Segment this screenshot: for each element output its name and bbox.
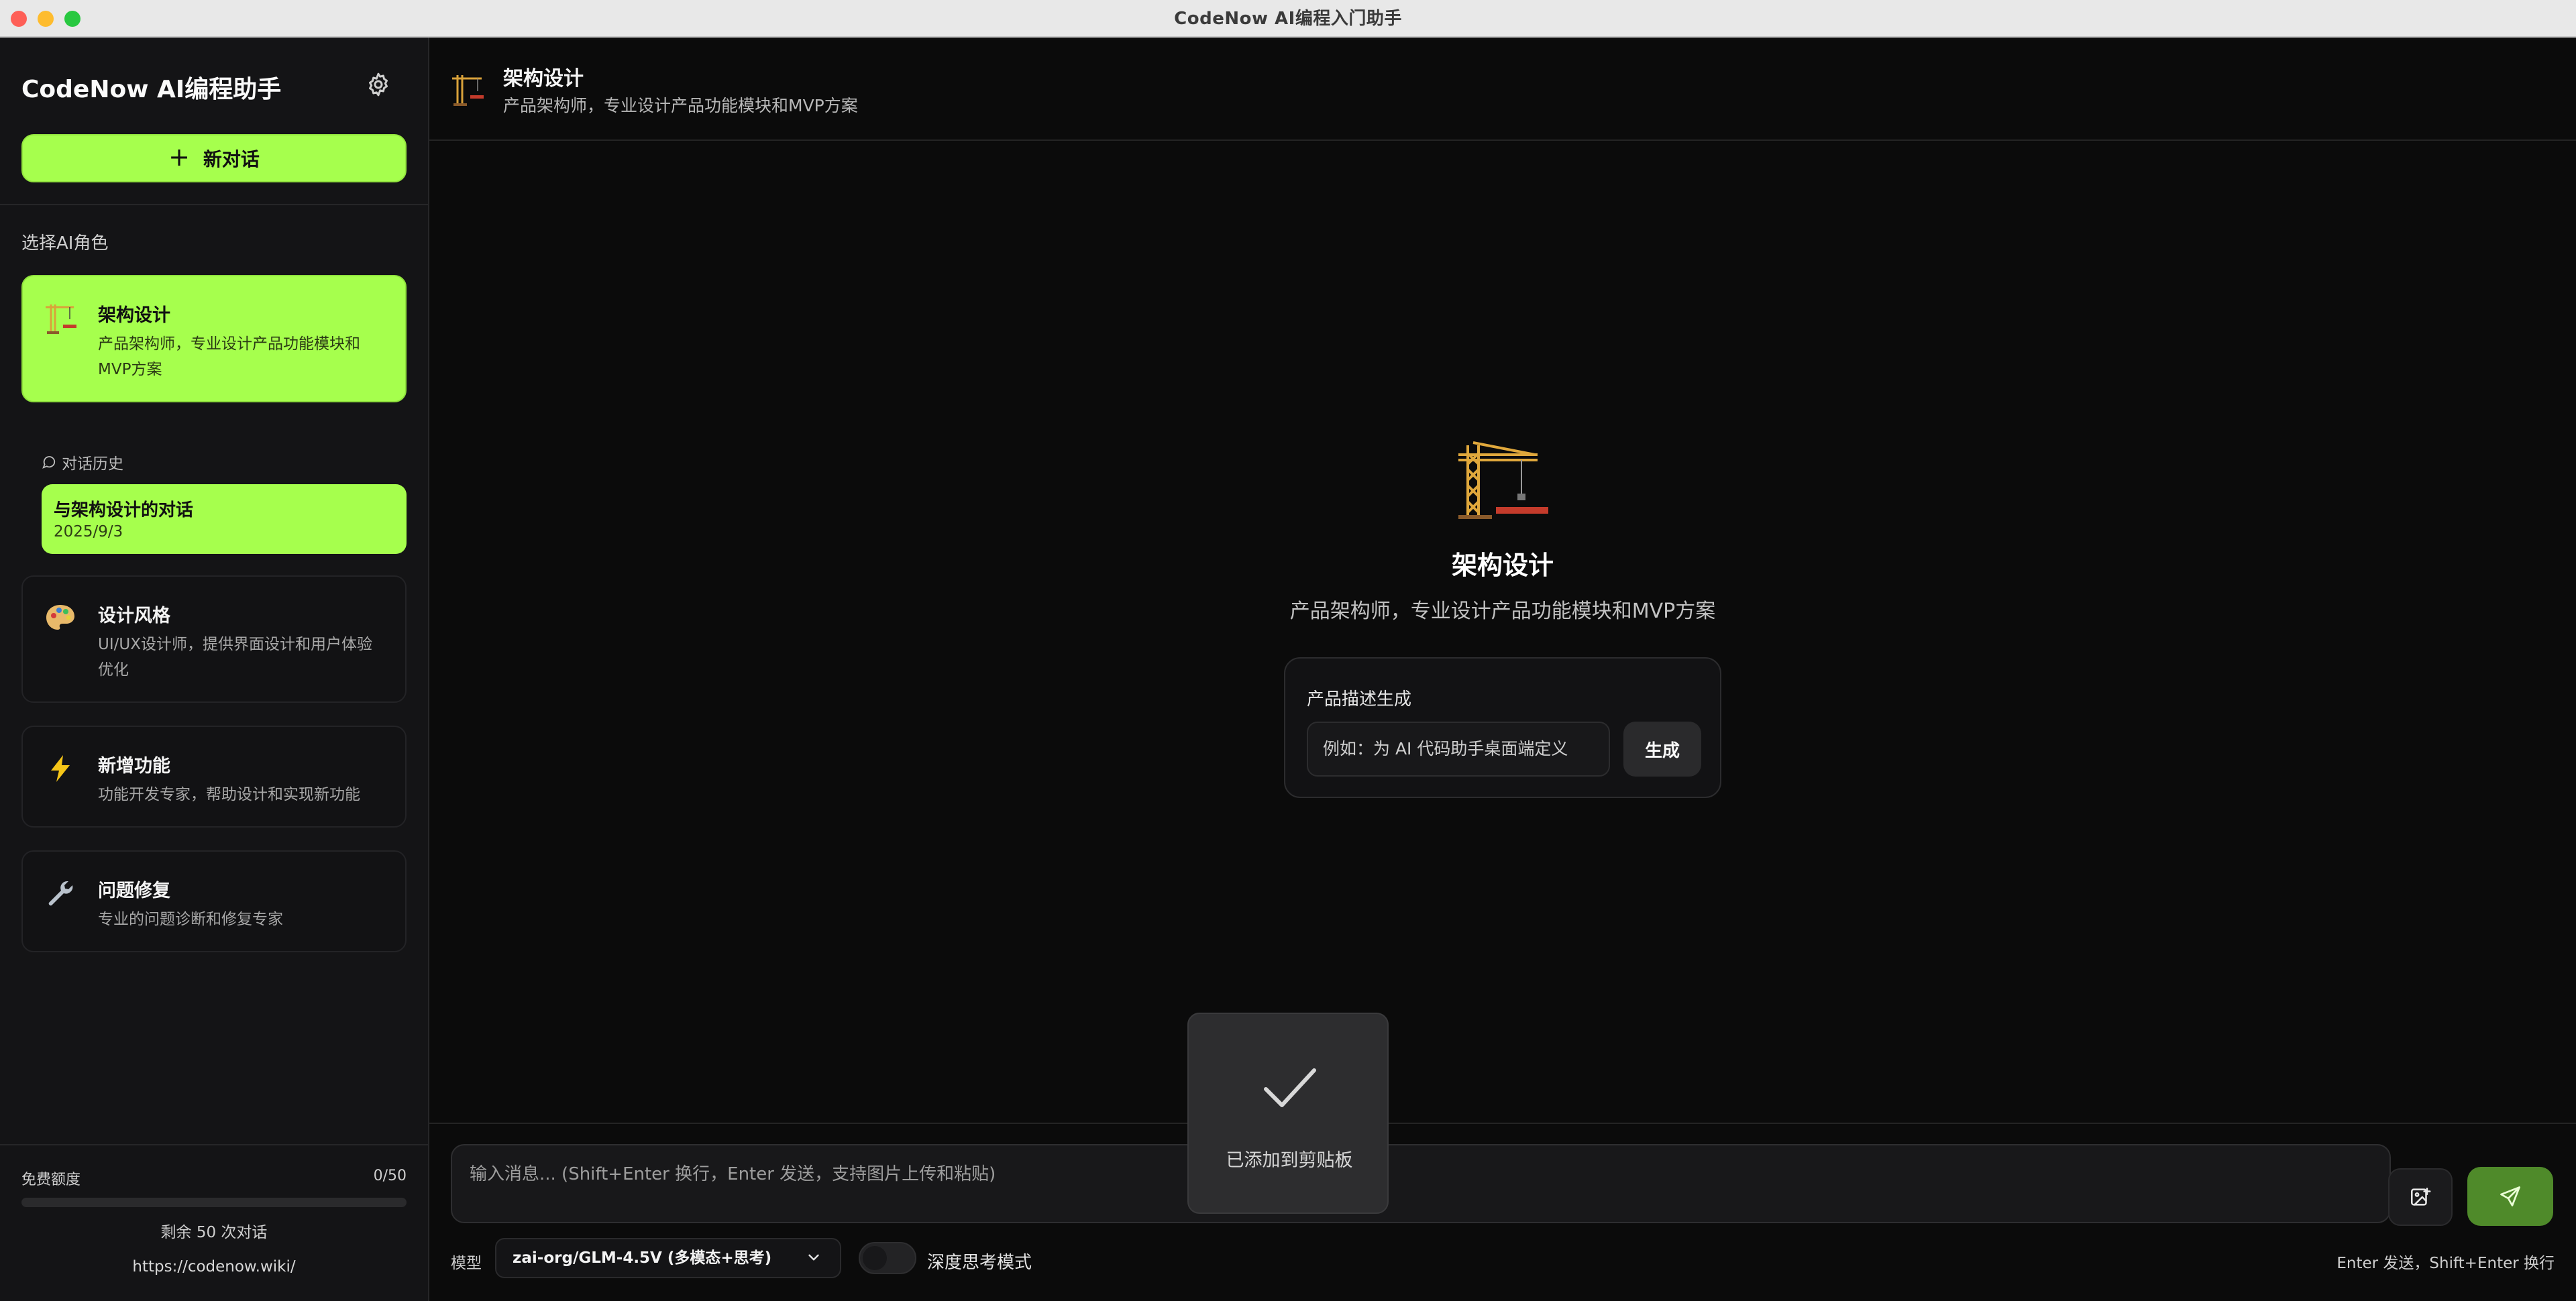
history-label: 对话历史 [42, 451, 123, 473]
generate-button[interactable]: 生成 [1623, 722, 1701, 777]
window-title: CodeNow AI编程入门助手 [1174, 9, 1402, 29]
quota-count: 0/50 [373, 1168, 407, 1184]
model-select[interactable]: zai-org/GLM-4.5V (多模态+思考) [495, 1238, 841, 1278]
generator-label: 产品描述生成 [1307, 689, 1412, 710]
toast-message: 已添加到剪贴板 [1226, 1150, 1353, 1171]
welcome-subtitle: 产品架构师，专业设计产品功能模块和MVP方案 [1289, 600, 1716, 623]
role-name: 设计风格 [98, 606, 170, 626]
chevron-down-icon [808, 1254, 819, 1261]
role-card-new-feature[interactable]: 新增功能 功能开发专家，帮助设计和实现新功能 [21, 726, 407, 828]
chat-main: 架构设计 产品架构师，专业设计产品功能模块和MVP方案 架构设计 产品架构师，专… [429, 38, 2576, 1301]
wrench-icon [42, 874, 79, 912]
product-description-input[interactable]: 例如：为 AI 代码助手桌面端定义 [1307, 722, 1610, 777]
image-upload-icon [2410, 1187, 2431, 1206]
new-chat-label: 新对话 [203, 148, 260, 170]
chat-bubble-icon [42, 456, 56, 469]
product-description-generator: 产品描述生成 例如：为 AI 代码助手桌面端定义 生成 [1284, 657, 1721, 798]
deep-think-label: 深度思考模式 [927, 1253, 1032, 1273]
divider [0, 1144, 428, 1145]
window-titlebar: CodeNow AI编程入门助手 [0, 0, 2576, 38]
crane-icon [452, 75, 484, 106]
role-description: 功能开发专家，帮助设计和实现新功能 [98, 786, 360, 803]
history-label-text: 对话历史 [62, 455, 123, 473]
quota-label: 免费额度 [21, 1172, 81, 1188]
role-card-architecture[interactable]: 架构设计 产品架构师，专业设计产品功能模块和MVP方案 [21, 275, 407, 402]
divider [429, 1123, 2576, 1124]
app-title: CodeNow AI编程助手 [21, 76, 282, 103]
toggle-knob [863, 1246, 887, 1270]
quota-progress-bar [21, 1198, 407, 1207]
welcome-title: 架构设计 [1451, 551, 1554, 580]
clipboard-toast: 已添加到剪贴板 [1187, 1013, 1389, 1214]
page-subtitle: 产品架构师，专业设计产品功能模块和MVP方案 [503, 96, 858, 115]
history-item-title: 与架构设计的对话 [54, 500, 194, 520]
lightning-icon [42, 750, 79, 787]
role-name: 问题修复 [98, 881, 170, 901]
message-input-placeholder: 输入消息... (Shift+Enter 换行，Enter 发送，支持图片上传和… [470, 1164, 996, 1184]
send-icon [2500, 1186, 2520, 1206]
crane-icon [42, 299, 79, 337]
crane-icon [1458, 441, 1548, 519]
message-input[interactable]: 输入消息... (Shift+Enter 换行，Enter 发送，支持图片上传和… [451, 1144, 2391, 1223]
role-card-design-style[interactable]: 设计风格 UI/UX设计师，提供界面设计和用户体验优化 [21, 575, 407, 703]
role-description: UI/UX设计师，提供界面设计和用户体验优化 [98, 636, 372, 679]
model-label: 模型 [451, 1255, 482, 1272]
model-select-value: zai-org/GLM-4.5V (多模态+思考) [513, 1249, 772, 1267]
new-chat-button[interactable]: + 新对话 [21, 134, 407, 182]
divider [0, 204, 428, 205]
role-card-bug-fix[interactable]: 问题修复 专业的问题诊断和修复专家 [21, 850, 407, 952]
gear-icon[interactable] [365, 71, 392, 98]
deep-think-toggle[interactable] [859, 1242, 916, 1274]
role-name: 架构设计 [98, 305, 170, 326]
history-item-date: 2025/9/3 [54, 523, 123, 541]
image-upload-button[interactable] [2388, 1168, 2453, 1226]
palette-icon [42, 600, 79, 637]
sidebar: CodeNow AI编程助手 + 新对话 选择AI角色 架构设计 产品架构师，专… [0, 38, 429, 1301]
checkmark-icon [1264, 1068, 1316, 1107]
page-title: 架构设计 [503, 67, 584, 91]
send-button[interactable] [2467, 1167, 2553, 1226]
quota-remaining: 剩余 50 次对话 [160, 1224, 268, 1241]
role-section-label: 选择AI角色 [21, 233, 109, 253]
role-description: 专业的问题诊断和修复专家 [98, 911, 283, 928]
keyboard-hint: Enter 发送，Shift+Enter 换行 [2337, 1255, 2555, 1272]
role-description: 产品架构师，专业设计产品功能模块和MVP方案 [98, 335, 360, 378]
site-link[interactable]: https://codenow.wiki/ [0, 1258, 428, 1276]
chat-header: 架构设计 产品架构师，专业设计产品功能模块和MVP方案 [429, 38, 2576, 141]
plus-icon: + [168, 142, 190, 172]
history-item[interactable]: 与架构设计的对话 2025/9/3 [42, 484, 407, 554]
role-name: 新增功能 [98, 756, 170, 777]
